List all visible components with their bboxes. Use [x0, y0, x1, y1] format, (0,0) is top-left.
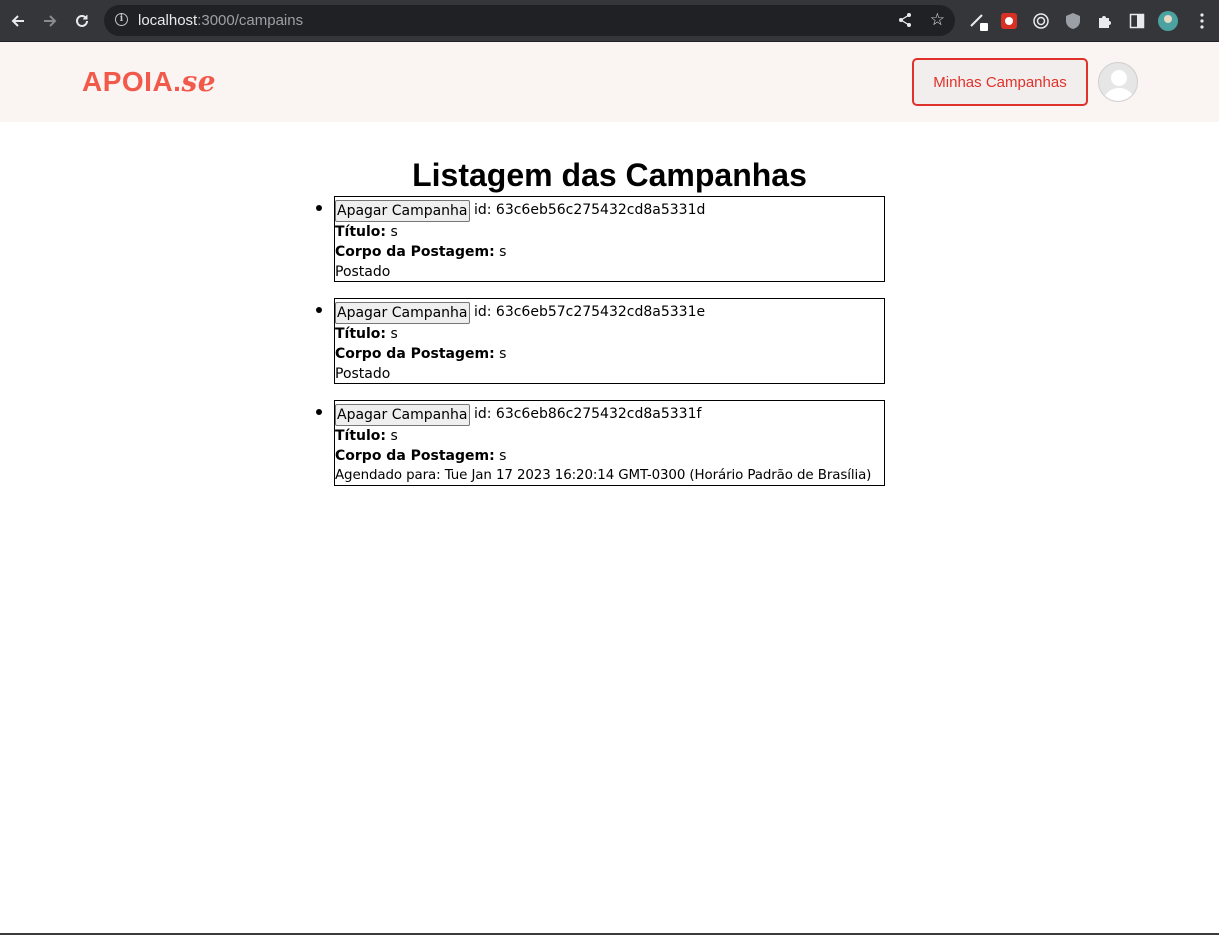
- shield-extension-icon[interactable]: [1063, 11, 1083, 31]
- delete-campaign-button[interactable]: Apagar Campanha: [335, 404, 470, 426]
- delete-campaign-button[interactable]: Apagar Campanha: [335, 200, 470, 222]
- campaign-body: s: [499, 244, 507, 260]
- campaign-body: s: [499, 346, 507, 362]
- logo-main: APOIA.: [82, 66, 182, 97]
- share-icon[interactable]: [897, 12, 913, 28]
- menu-kebab-icon[interactable]: [1192, 11, 1212, 31]
- campaign-status: Agendado para: Tue Jan 17 2023 16:20:14 …: [335, 468, 872, 483]
- site-header: APOIA.se Minhas Campanhas: [0, 42, 1219, 122]
- target-extension-icon[interactable]: [1031, 11, 1051, 31]
- body-label: Corpo da Postagem:: [335, 346, 495, 362]
- url-host: localhost: [138, 12, 198, 29]
- campaign-title: s: [390, 326, 398, 342]
- site-info-icon[interactable]: i: [115, 13, 128, 26]
- list-bullet: [316, 205, 322, 211]
- campaign-card: Apagar Campanha id: 63c6eb86c275432cd8a5…: [334, 400, 885, 486]
- page-title: Listagem das Campanhas: [412, 157, 807, 193]
- logo-suffix: se: [181, 65, 217, 98]
- back-icon[interactable]: [8, 11, 28, 31]
- campaign-body: s: [499, 448, 507, 464]
- puzzle-extensions-icon[interactable]: [1095, 11, 1115, 31]
- list-bullet: [316, 307, 322, 313]
- campaign-title: s: [390, 428, 398, 444]
- my-campaigns-button[interactable]: Minhas Campanhas: [912, 58, 1088, 106]
- forward-icon[interactable]: [40, 11, 60, 31]
- campaign-card: Apagar Campanha id: 63c6eb56c275432cd8a5…: [334, 196, 885, 282]
- red-extension-icon[interactable]: [999, 11, 1019, 31]
- user-avatar[interactable]: [1098, 62, 1138, 102]
- title-label: Título:: [335, 326, 387, 342]
- campaign-status: Postado: [335, 264, 391, 280]
- address-bar[interactable]: i localhost:3000/campains ☆: [104, 5, 955, 36]
- campaign-status: Postado: [335, 366, 391, 382]
- title-label: Título:: [335, 224, 387, 240]
- campaign-id: 63c6eb86c275432cd8a5331f: [495, 406, 702, 422]
- profile-avatar-icon[interactable]: [1158, 11, 1178, 31]
- bookmark-star-icon[interactable]: ☆: [930, 10, 945, 30]
- campaign-id-prefix: id:: [473, 202, 496, 218]
- reload-icon[interactable]: [72, 11, 92, 31]
- side-panel-icon[interactable]: [1127, 11, 1147, 31]
- campaign-id-prefix: id:: [473, 304, 496, 320]
- pen-extension-icon[interactable]: [968, 11, 988, 31]
- list-bullet: [316, 409, 322, 415]
- campaign-title: s: [390, 224, 398, 240]
- title-label: Título:: [335, 428, 387, 444]
- body-label: Corpo da Postagem:: [335, 448, 495, 464]
- campaign-id: 63c6eb56c275432cd8a5331d: [495, 202, 706, 218]
- url-path: :3000/campains: [197, 12, 304, 29]
- brand-logo[interactable]: APOIA.se: [82, 65, 216, 98]
- campaign-id: 63c6eb57c275432cd8a5331e: [495, 304, 706, 320]
- browser-toolbar: i localhost:3000/campains ☆: [0, 0, 1219, 42]
- delete-campaign-button[interactable]: Apagar Campanha: [335, 302, 470, 324]
- body-label: Corpo da Postagem:: [335, 244, 495, 260]
- url-text[interactable]: localhost:3000/campains: [138, 12, 303, 29]
- campaign-id-prefix: id:: [473, 406, 496, 422]
- campaign-card: Apagar Campanha id: 63c6eb57c275432cd8a5…: [334, 298, 885, 384]
